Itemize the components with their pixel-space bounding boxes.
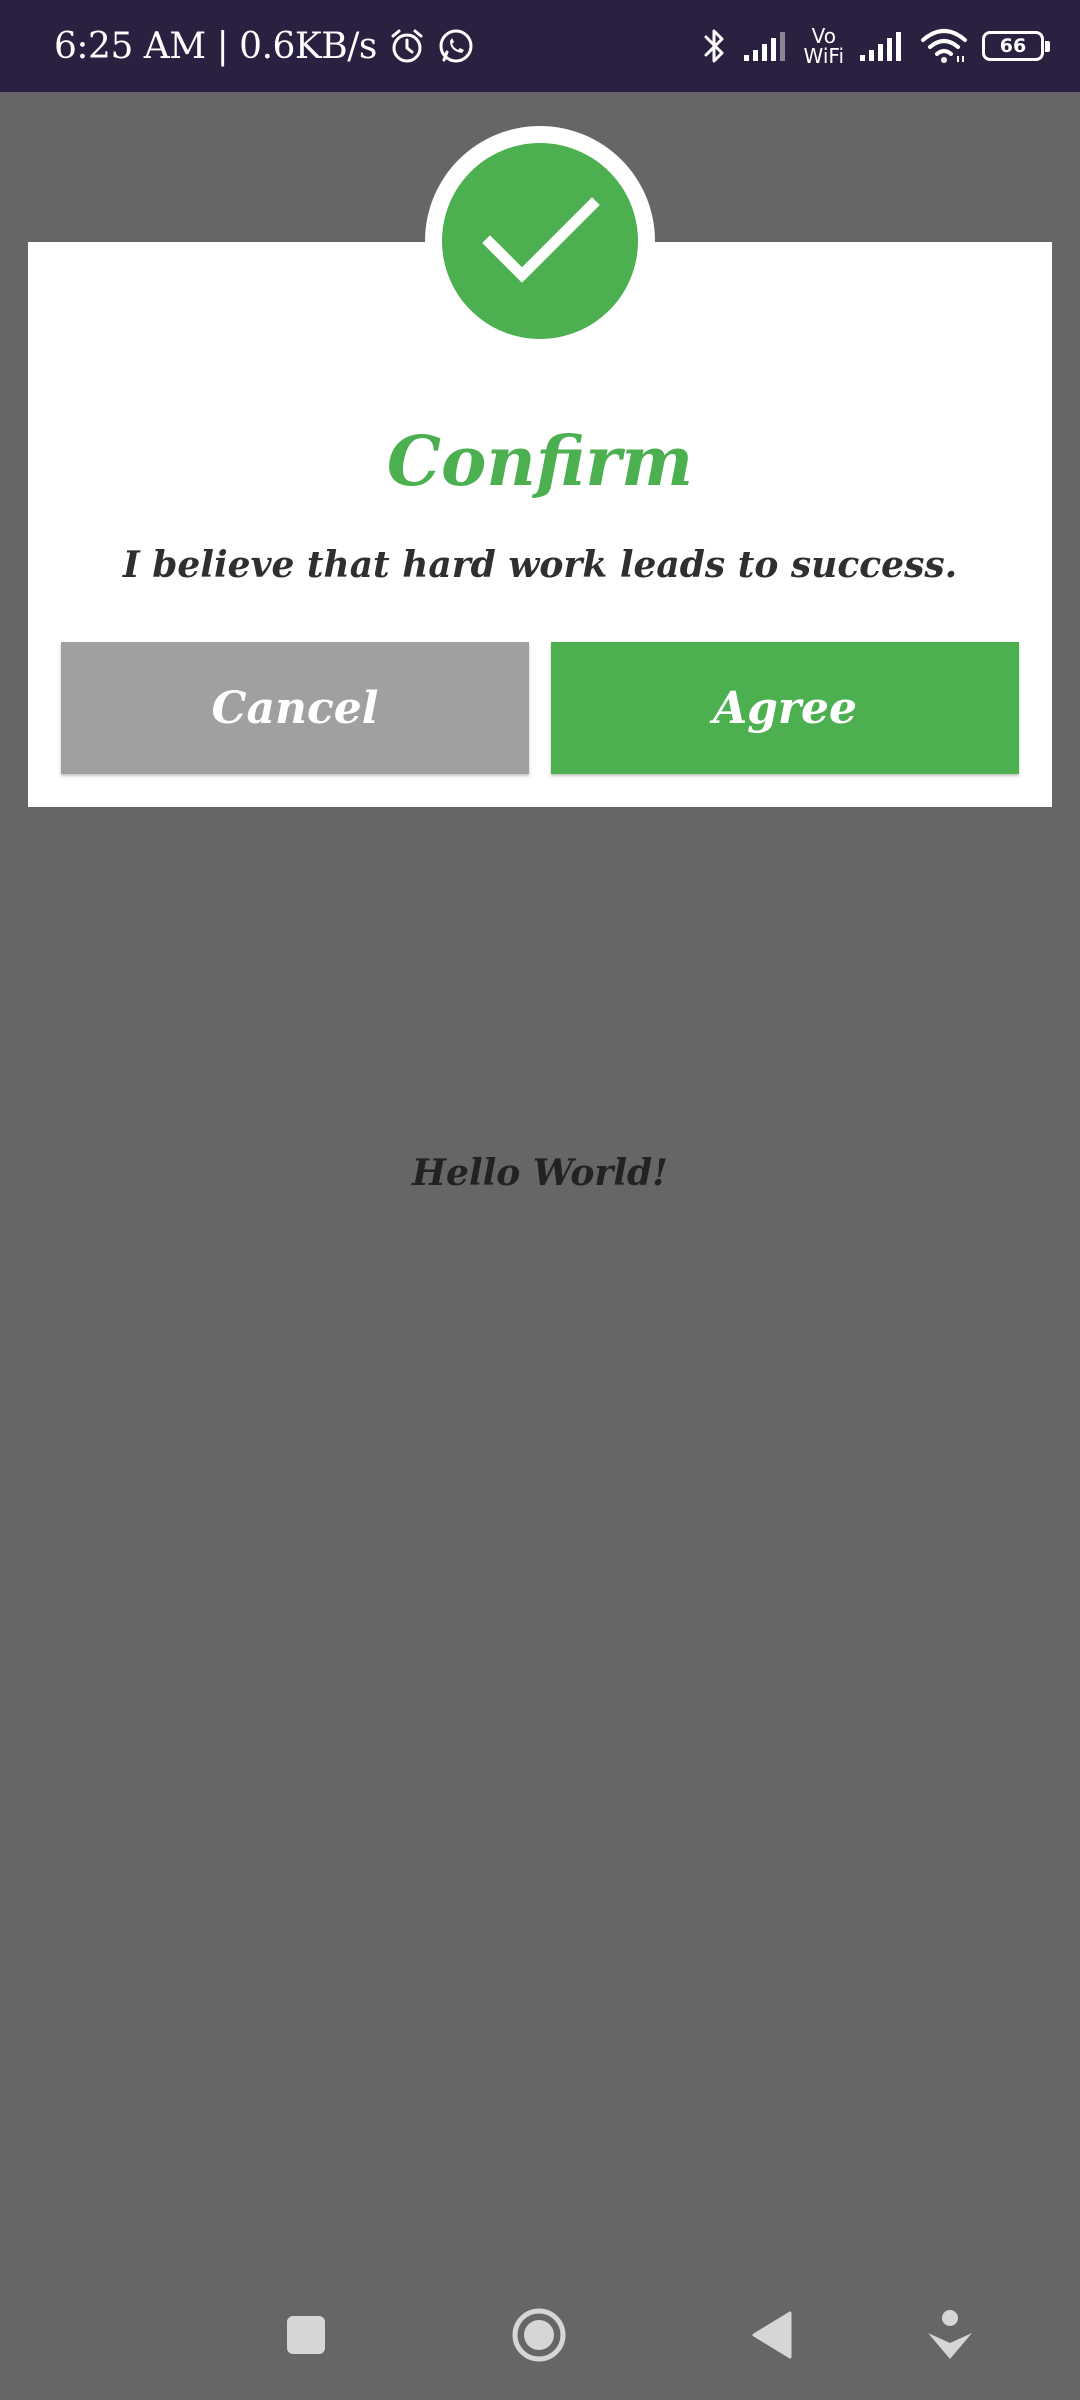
- bluetooth-icon: [702, 26, 728, 66]
- home-icon[interactable]: [494, 2290, 584, 2380]
- dialog-message: I believe that hard work leads to succes…: [122, 544, 958, 586]
- vowifi-bottom-label: WiFi: [803, 44, 845, 68]
- vowifi-top-label: Vo: [811, 24, 836, 48]
- agree-button[interactable]: Agree: [551, 642, 1019, 774]
- wifi-icon: [920, 28, 968, 64]
- cell-signal-icon: [858, 29, 906, 63]
- dialog-title: Confirm: [386, 422, 694, 502]
- navigation-bar: [0, 2272, 1080, 2400]
- battery-icon: 66: [982, 31, 1050, 61]
- cancel-button[interactable]: Cancel: [61, 642, 529, 774]
- assistant-icon[interactable]: [905, 2290, 995, 2380]
- alarm-icon: [387, 26, 427, 66]
- status-right: Vo WiFi 66: [702, 0, 1050, 92]
- cell-signal-icon: [742, 29, 790, 63]
- battery-level: 66: [999, 34, 1027, 57]
- hello-world-text: Hello World!: [412, 1152, 668, 1194]
- status-left: 6:25 AM | 0.6KB/s: [54, 0, 475, 92]
- status-time: 6:25 AM | 0.6KB/s: [54, 25, 377, 67]
- whatsapp-icon: [437, 27, 475, 65]
- checkmark-icon: [442, 143, 638, 339]
- status-bar: 6:25 AM | 0.6KB/s Vo WiFi 66: [0, 0, 1080, 92]
- vowifi-icon: Vo WiFi: [804, 26, 845, 66]
- back-icon[interactable]: [727, 2290, 817, 2380]
- recents-icon[interactable]: [261, 2290, 351, 2380]
